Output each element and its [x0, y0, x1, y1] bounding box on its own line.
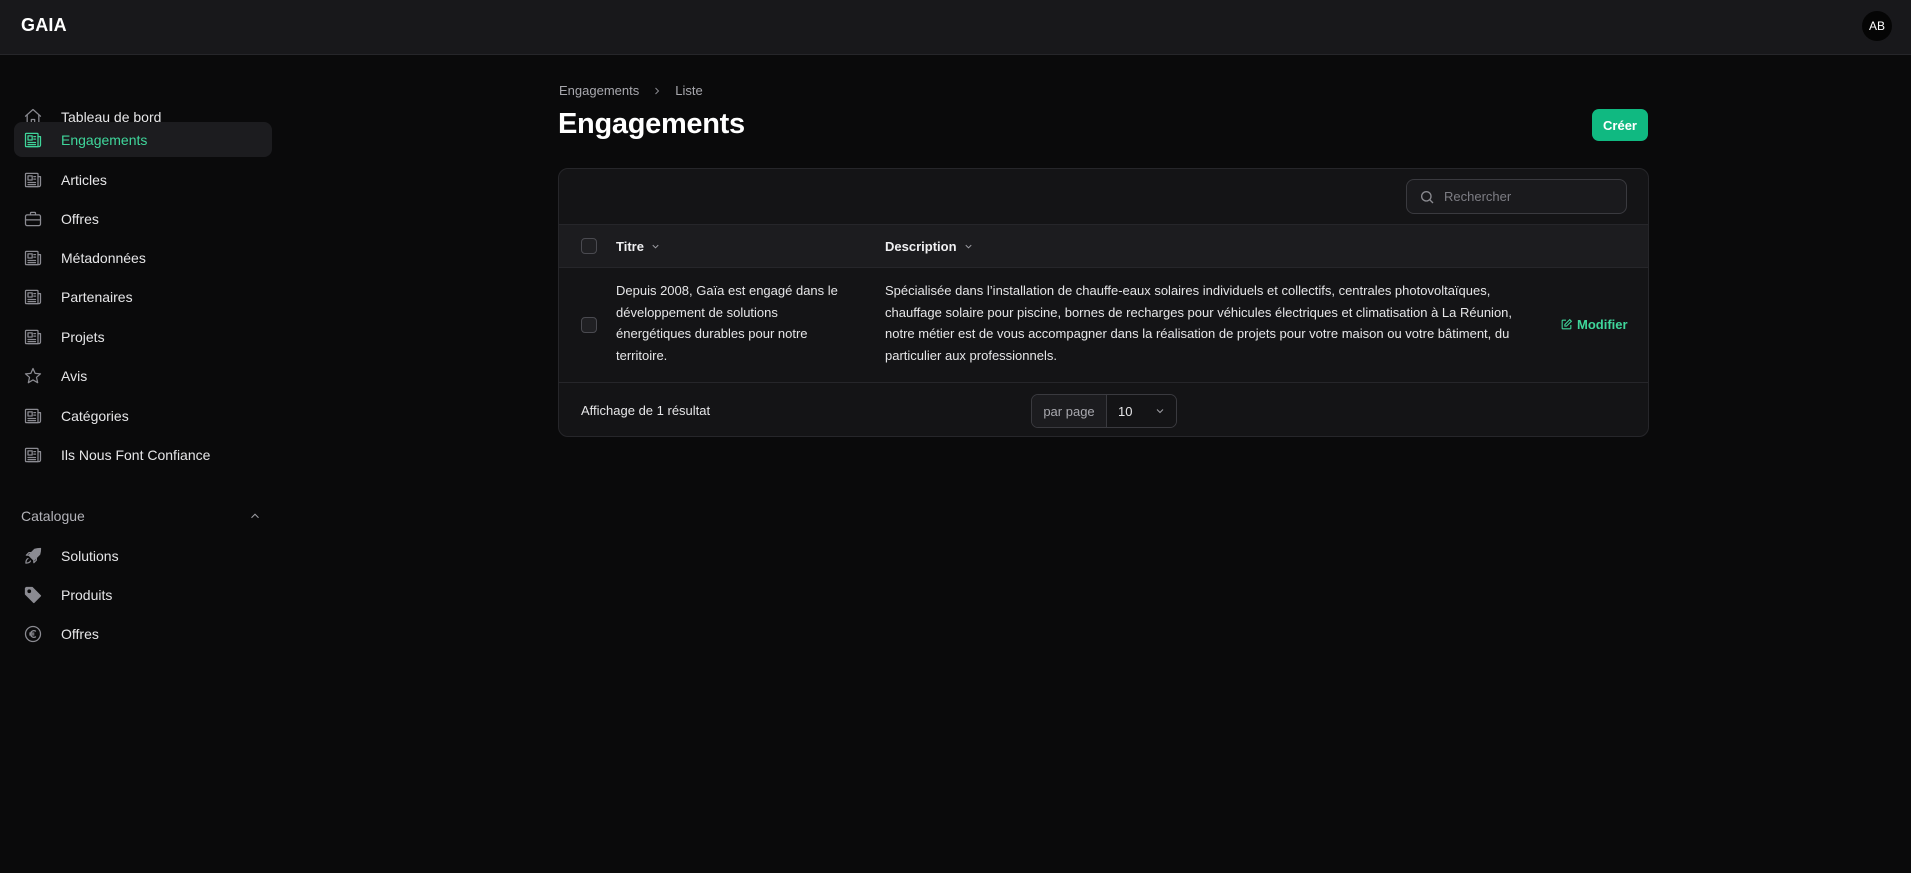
breadcrumb-link-engagements[interactable]: Engagements	[559, 83, 639, 98]
sidebar-item-metadonnees[interactable]: Métadonnées	[14, 240, 272, 275]
sidebar-item-projets[interactable]: Projets	[14, 319, 272, 354]
tag-icon	[22, 584, 44, 606]
sidebar-item-label: Engagements	[61, 131, 148, 148]
breadcrumb-current: Liste	[675, 83, 703, 98]
newspaper-icon	[22, 326, 44, 348]
briefcase-icon	[22, 208, 44, 230]
rocket-icon	[22, 545, 44, 567]
sidebar-item-offres[interactable]: Offres	[14, 201, 272, 236]
row-checkbox[interactable]	[581, 317, 597, 333]
euro-icon	[22, 623, 44, 645]
edit-label: Modifier	[1577, 317, 1628, 332]
chevron-down-icon	[1156, 409, 1164, 414]
edit-icon	[1561, 318, 1573, 330]
results-count: Affichage de 1 résultat	[581, 403, 711, 418]
sidebar-group-catalogue-toggle[interactable]: Catalogue	[21, 508, 262, 524]
column-header-label: Description	[885, 239, 957, 254]
sidebar-item-solutions[interactable]: Solutions	[14, 538, 272, 573]
newspaper-icon	[22, 129, 44, 151]
chevron-up-icon	[251, 513, 259, 519]
top-bar: GAIA AB	[0, 0, 1911, 55]
select-all-checkbox[interactable]	[581, 238, 597, 254]
newspaper-icon	[22, 286, 44, 308]
sidebar-item-label: Partenaires	[61, 288, 133, 305]
create-button[interactable]: Créer	[1592, 109, 1648, 141]
sidebar-item-avis[interactable]: Avis	[14, 358, 272, 393]
search-icon	[1421, 190, 1434, 203]
sidebar-group-title: Catalogue	[21, 508, 85, 524]
search-box[interactable]	[1406, 179, 1627, 214]
edit-button[interactable]: Modifier	[1560, 317, 1628, 332]
newspaper-icon	[22, 444, 44, 466]
sidebar-item-label: Projets	[61, 328, 105, 345]
chevron-down-icon	[964, 244, 972, 249]
per-page-value: 10	[1118, 403, 1133, 419]
brand-logo[interactable]: GAIA	[21, 15, 67, 36]
sidebar-item-label: Avis	[61, 367, 88, 384]
per-page-select[interactable]: 10	[1107, 395, 1176, 427]
per-page-control: par page 10	[1031, 394, 1177, 428]
sidebar-item-offres-catalogue[interactable]: Offres	[14, 616, 272, 651]
sidebar-item-label: Offres	[61, 210, 99, 227]
sidebar-item-ils-nous-font-confiance[interactable]: Ils Nous Font Confiance	[14, 437, 272, 472]
star-icon	[22, 365, 44, 387]
sidebar-item-label: Ils Nous Font Confiance	[61, 446, 211, 463]
sidebar-item-engagements[interactable]: Engagements	[14, 122, 272, 157]
sidebar-item-label: Solutions	[61, 547, 119, 564]
newspaper-icon	[22, 405, 44, 427]
newspaper-icon	[22, 169, 44, 191]
sidebar-item-partenaires[interactable]: Partenaires	[14, 279, 272, 314]
column-header-label: Titre	[616, 239, 644, 254]
sidebar-item-label: Catégories	[61, 407, 129, 424]
search-input[interactable]	[1444, 189, 1614, 204]
column-header-description[interactable]: Description	[885, 239, 974, 254]
cell-description: Spécialisée dans l’installation de chauf…	[885, 283, 1513, 363]
sidebar-item-produits[interactable]: Produits	[14, 577, 272, 612]
table-header: Titre Description	[559, 224, 1648, 268]
newspaper-icon	[22, 247, 44, 269]
page-title: Engagements	[558, 108, 745, 140]
sidebar-item-label: Articles	[61, 171, 107, 188]
table-card: Titre Description Depuis 2008, Gaïa est …	[558, 168, 1649, 437]
sidebar-item-label: Offres	[61, 625, 99, 642]
sidebar-item-label: Métadonnées	[61, 249, 146, 266]
user-avatar[interactable]: AB	[1862, 11, 1892, 41]
chevron-down-icon	[652, 244, 659, 249]
sidebar-item-articles[interactable]: Articles	[14, 162, 272, 197]
column-header-titre[interactable]: Titre	[616, 239, 661, 254]
per-page-label: par page	[1032, 395, 1107, 427]
sidebar-item-label: Produits	[61, 586, 113, 603]
chevron-right-icon	[651, 85, 663, 97]
table-row[interactable]: Depuis 2008, Gaïa est engagé dans le dév…	[559, 268, 1648, 383]
sidebar-item-categories[interactable]: Catégories	[14, 398, 272, 433]
breadcrumb: Engagements Liste	[559, 83, 703, 98]
cell-title: Depuis 2008, Gaïa est engagé dans le dév…	[616, 283, 838, 363]
